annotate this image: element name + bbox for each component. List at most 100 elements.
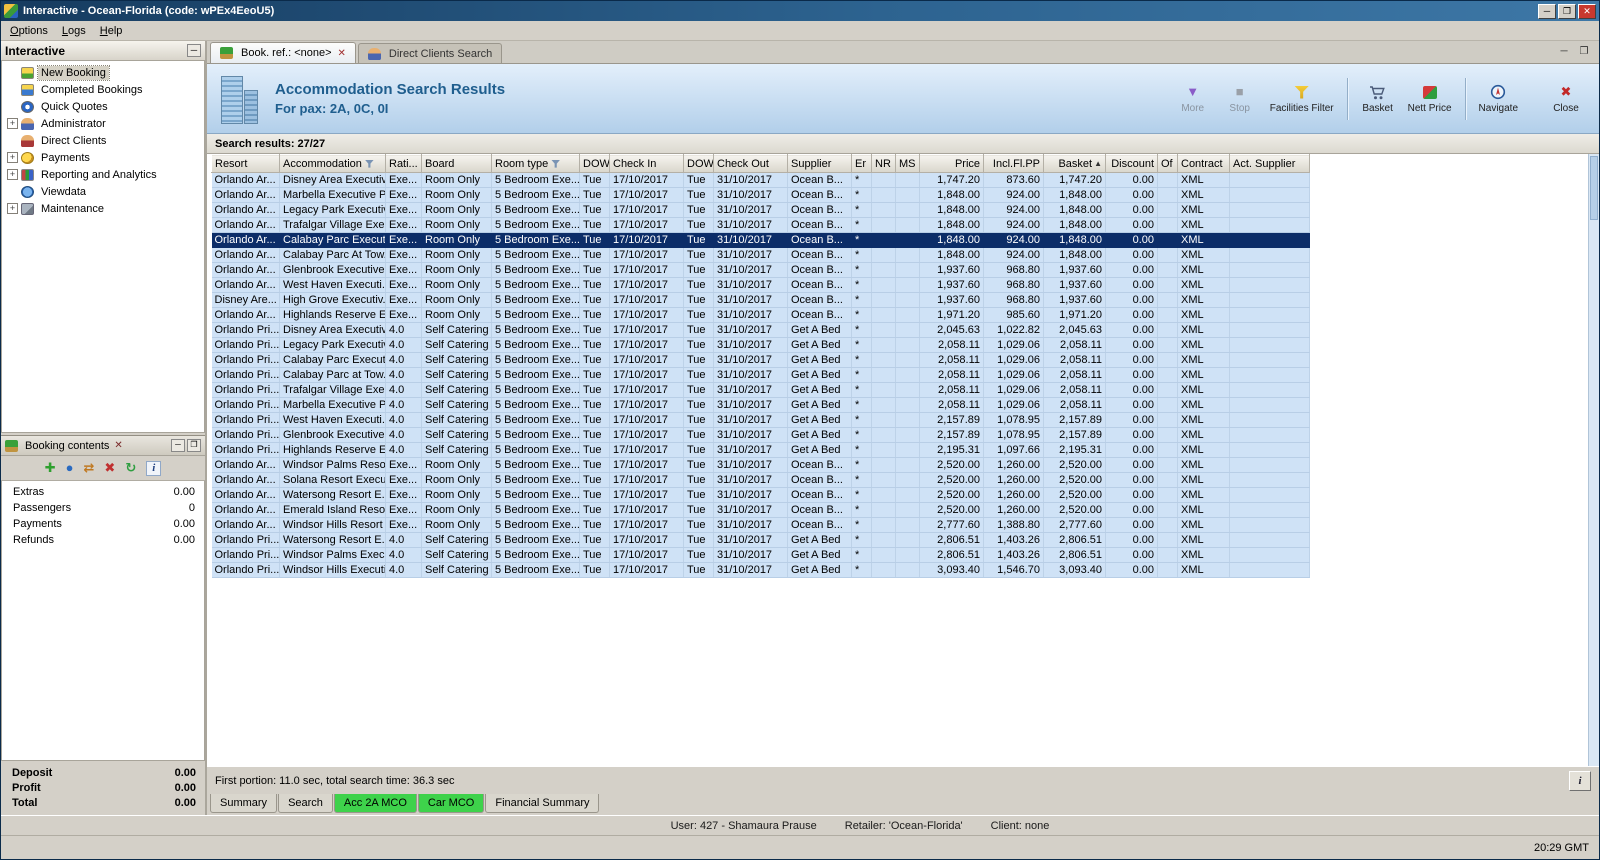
result-row[interactable]: Disney Are... High Grove Executiv... Exe..… bbox=[211, 292, 1310, 308]
delete-icon[interactable]: ✖ bbox=[104, 461, 115, 475]
column-header-ms[interactable]: MS bbox=[895, 154, 920, 173]
result-row[interactable]: Orlando Ar... Glenbrook Executive ... Exe.… bbox=[211, 262, 1310, 278]
menu-item-options[interactable]: Options bbox=[3, 23, 55, 39]
sidebar-item-new-booking[interactable]: New Booking bbox=[2, 64, 204, 81]
column-header-check-in[interactable]: Check In bbox=[609, 154, 684, 173]
result-row[interactable]: Orlando Ar...Windsor Palms Resor...Exe..… bbox=[211, 457, 1310, 473]
info-button[interactable]: i bbox=[1569, 770, 1591, 791]
result-row[interactable]: Orlando Pri... Windsor Hills Executi... 4.… bbox=[211, 562, 1310, 578]
sidebar-item-reporting-and-analytics[interactable]: + Reporting and Analytics bbox=[2, 166, 204, 183]
bottom-tab-car-mco[interactable]: Car MCO bbox=[417, 794, 485, 813]
close-button[interactable]: ✕ bbox=[1578, 3, 1596, 19]
column-header-dow[interactable]: DOW bbox=[683, 154, 714, 173]
bottom-tab-financial-summary[interactable]: Financial Summary bbox=[485, 794, 600, 813]
result-row[interactable]: Orlando Pri... Trafalgar Village Exe... 4.… bbox=[211, 382, 1310, 398]
result-row[interactable]: Orlando Ar...Calabay Parc Executi...Exe.… bbox=[211, 232, 1310, 248]
result-row[interactable]: Orlando Ar...Legacy Park Executiv...Exe.… bbox=[211, 202, 1310, 218]
info-icon[interactable]: i bbox=[146, 460, 162, 476]
maximize-button[interactable]: ❐ bbox=[1558, 3, 1576, 19]
mdi-minimize-icon[interactable]: ─ bbox=[1557, 46, 1571, 57]
column-header-act-supplier[interactable]: Act. Supplier bbox=[1229, 154, 1310, 173]
transfer-icon[interactable]: ⇄ bbox=[84, 461, 95, 475]
close-button[interactable]: ✖ Close bbox=[1545, 76, 1587, 122]
tab-close-icon[interactable]: ✕ bbox=[338, 48, 346, 59]
result-row[interactable]: Orlando Ar...Marbella Executive Pl...Exe… bbox=[211, 187, 1310, 203]
sidebar-item-completed-bookings[interactable]: Completed Bookings bbox=[2, 81, 204, 98]
sidebar-item-direct-clients[interactable]: Direct Clients bbox=[2, 132, 204, 149]
sidebar-item-payments[interactable]: + Payments bbox=[2, 149, 204, 166]
bottom-tab-acc-2a-mco[interactable]: Acc 2A MCO bbox=[333, 794, 417, 813]
result-row[interactable]: Orlando Ar...Emerald Island Resor...Exe.… bbox=[211, 502, 1310, 518]
panel-minimize-icon[interactable]: ─ bbox=[171, 439, 185, 452]
column-header-nr[interactable]: NR bbox=[871, 154, 896, 173]
result-row[interactable]: Orlando Pri... Glenbrook Executive ... 4.0… bbox=[211, 427, 1310, 443]
scrollbar-thumb[interactable] bbox=[1590, 156, 1598, 220]
result-row[interactable]: Orlando Pri... West Haven Executi... 4.0 Se… bbox=[211, 412, 1310, 428]
navigate-button[interactable]: Navigate bbox=[1475, 76, 1522, 122]
filter-funnel-icon[interactable] bbox=[364, 159, 374, 168]
column-header-basket[interactable]: Basket ▲ bbox=[1043, 154, 1106, 173]
sidebar-item-maintenance[interactable]: + Maintenance bbox=[2, 200, 204, 217]
result-row[interactable]: Orlando Pri...Calabay Parc Executi...4.0… bbox=[211, 352, 1310, 368]
result-row[interactable]: Orlando Ar... Watersong Resort E... Exe...… bbox=[211, 487, 1310, 503]
filter-funnel-icon[interactable] bbox=[551, 159, 561, 168]
result-row[interactable]: Orlando Pri... Disney Area Executiv... 4.0… bbox=[211, 322, 1310, 338]
booking-contents-row[interactable]: Passengers 0 bbox=[2, 500, 204, 516]
sidebar-item-quick-quotes[interactable]: Quick Quotes bbox=[2, 98, 204, 115]
column-header-check-out[interactable]: Check Out bbox=[713, 154, 788, 173]
minimize-button[interactable]: ─ bbox=[1538, 3, 1556, 19]
column-header-of[interactable]: Of bbox=[1157, 154, 1178, 173]
sidebar-item-viewdata[interactable]: Viewdata bbox=[2, 183, 204, 200]
result-row[interactable]: Orlando Ar... Solana Resort Execu... Exe..… bbox=[211, 472, 1310, 488]
bottom-tab-search[interactable]: Search bbox=[278, 794, 333, 813]
menu-item-logs[interactable]: Logs bbox=[55, 23, 93, 39]
facilities-filter-button[interactable]: Facilities Filter bbox=[1266, 76, 1338, 122]
nett-price-button[interactable]: Nett Price bbox=[1404, 76, 1456, 122]
expand-plus-icon[interactable]: + bbox=[7, 152, 18, 163]
column-header-supplier[interactable]: Supplier bbox=[787, 154, 852, 173]
column-header-board[interactable]: Board bbox=[421, 154, 492, 173]
column-header-dow[interactable]: DOW bbox=[579, 154, 610, 173]
vertical-scrollbar[interactable] bbox=[1588, 154, 1599, 766]
mdi-restore-icon[interactable]: ❐ bbox=[1577, 46, 1591, 57]
column-header-incl-fl-pp[interactable]: Incl.Fl.PP bbox=[983, 154, 1044, 173]
result-row[interactable]: Orlando Pri...Legacy Park Executiv...4.0… bbox=[211, 337, 1310, 353]
result-row[interactable]: Orlando Pri... Calabay Parc at Tow... 4.0 S… bbox=[211, 367, 1310, 383]
tab-direct-clients-search[interactable]: Direct Clients Search bbox=[357, 43, 503, 63]
expand-plus-icon[interactable]: + bbox=[7, 118, 18, 129]
result-row[interactable]: Orlando Pri... Highlands Reserve E... 4.0 S… bbox=[211, 442, 1310, 458]
result-row[interactable]: Orlando Pri... Watersong Resort E... 4.0 Se… bbox=[211, 532, 1310, 548]
menu-item-help[interactable]: Help bbox=[93, 23, 130, 39]
result-row[interactable]: Orlando Ar... Trafalgar Village Exe... Exe… bbox=[211, 217, 1310, 233]
result-row[interactable]: Orlando Ar... Disney Area Executiv... Exe.… bbox=[211, 172, 1310, 188]
refresh-icon[interactable]: ↻ bbox=[125, 461, 136, 475]
panel-restore-icon[interactable]: ❐ bbox=[187, 439, 201, 452]
globe-icon[interactable]: ● bbox=[66, 461, 74, 475]
column-header-resort[interactable]: Resort bbox=[211, 154, 280, 173]
booking-contents-row[interactable]: Extras 0.00 bbox=[2, 484, 204, 500]
expand-plus-icon[interactable]: + bbox=[7, 169, 18, 180]
column-header-er[interactable]: Er bbox=[851, 154, 872, 173]
add-icon[interactable]: ✚ bbox=[45, 461, 56, 475]
column-header-accommodation[interactable]: Accommodation bbox=[279, 154, 386, 173]
expand-plus-icon[interactable]: + bbox=[7, 203, 18, 214]
booking-contents-row[interactable]: Refunds 0.00 bbox=[2, 532, 204, 548]
result-row[interactable]: Orlando Ar... West Haven Executi... Exe...… bbox=[211, 277, 1310, 293]
result-row[interactable]: Orlando Pri...Marbella Executive Pl...4.… bbox=[211, 397, 1310, 413]
booking-contents-close-icon[interactable]: ✕ bbox=[112, 440, 124, 451]
tab-book-ref-none[interactable]: Book. ref.: <none> ✕ bbox=[210, 42, 356, 63]
bottom-tab-summary[interactable]: Summary bbox=[210, 794, 278, 813]
column-header-price[interactable]: Price bbox=[919, 154, 984, 173]
sidebar-collapse-icon[interactable]: ─ bbox=[187, 44, 201, 57]
booking-contents-row[interactable]: Payments 0.00 bbox=[2, 516, 204, 532]
column-header-room-type[interactable]: Room type bbox=[491, 154, 580, 173]
column-header-contract[interactable]: Contract bbox=[1177, 154, 1230, 173]
basket-button[interactable]: Basket bbox=[1357, 76, 1399, 122]
result-row[interactable]: Orlando Ar... Windsor Hills Resort ... Exe… bbox=[211, 517, 1310, 533]
column-header-rati[interactable]: Rati... bbox=[385, 154, 422, 173]
column-header-discount[interactable]: Discount bbox=[1105, 154, 1158, 173]
result-row[interactable]: Orlando Pri...Windsor Palms Execu...4.0S… bbox=[211, 547, 1310, 563]
sidebar-item-administrator[interactable]: + Administrator bbox=[2, 115, 204, 132]
result-row[interactable]: Orlando Ar... Calabay Parc At Tow... Exe..… bbox=[211, 247, 1310, 263]
result-row[interactable]: Orlando Ar... Highlands Reserve E... Exe..… bbox=[211, 307, 1310, 323]
